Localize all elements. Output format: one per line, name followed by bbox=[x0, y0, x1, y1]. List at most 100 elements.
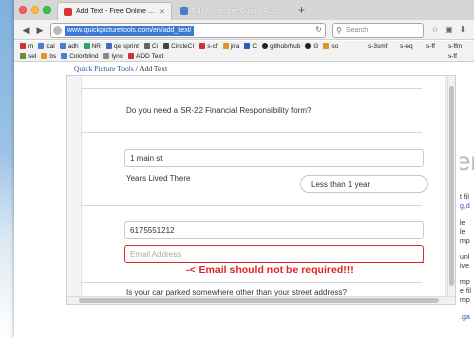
close-window-button[interactable] bbox=[19, 6, 27, 14]
partial-heading: er bbox=[460, 146, 474, 176]
circleci-icon bbox=[163, 43, 170, 49]
jira-icon bbox=[244, 43, 251, 49]
breadcrumb-home-link[interactable]: Quick Picture Tools bbox=[74, 64, 134, 73]
maximize-window-button[interactable] bbox=[43, 6, 51, 14]
pocket-icon[interactable]: ▣ bbox=[444, 25, 454, 35]
tab-edit-sqa[interactable]: Edit - Software Quality Assu... bbox=[174, 2, 294, 20]
gear-icon bbox=[222, 43, 229, 49]
divider bbox=[82, 88, 422, 89]
bookmark-item[interactable]: CircleCI bbox=[163, 43, 194, 50]
browser-window: Add Text - Free Online Tool to A... ✕ Ed… bbox=[14, 0, 474, 338]
email-field[interactable]: Email Address bbox=[124, 245, 424, 263]
bookmark-item[interactable]: bs bbox=[41, 53, 56, 60]
partial-text: mp bbox=[460, 279, 470, 286]
divider bbox=[82, 132, 422, 133]
bookmark-item[interactable]: qe sprint bbox=[105, 43, 139, 50]
street-address-field[interactable]: 1 main st bbox=[124, 149, 424, 167]
site-info-icon[interactable] bbox=[53, 26, 62, 35]
horizontal-scrollbar[interactable] bbox=[67, 296, 455, 304]
partial-link[interactable]: .ga bbox=[460, 314, 470, 321]
bookmark-item[interactable]: Colorblind bbox=[61, 53, 98, 60]
bookmark-item[interactable]: ADD Text bbox=[128, 53, 163, 60]
bookmark-item[interactable]: G bbox=[305, 43, 318, 50]
bookmark-item[interactable]: s-cf bbox=[199, 43, 218, 50]
site-favicon-icon bbox=[180, 7, 188, 15]
navigation-bar: ◀ ▶ www.quickpicturetools.com/en/add_tex… bbox=[14, 20, 474, 40]
github-icon bbox=[262, 43, 269, 49]
url-text[interactable]: www.quickpicturetools.com/en/add_text/ bbox=[65, 26, 194, 36]
bookmark-item[interactable]: s-3smf bbox=[368, 41, 388, 51]
right-sidebar-partial: er t fil g,d le le mp unl ive mp e fil m… bbox=[460, 74, 474, 338]
back-arrow-icon[interactable]: ◀ bbox=[20, 24, 32, 36]
bookmark-item[interactable]: github/hub bbox=[262, 43, 300, 50]
bookmark-item[interactable]: adh bbox=[59, 43, 79, 50]
github-icon bbox=[305, 43, 312, 49]
bookmark-item[interactable]: s-ff bbox=[426, 41, 435, 51]
search-icon: ⚲ bbox=[336, 26, 342, 35]
selenium-icon bbox=[20, 53, 26, 59]
partial-text: le bbox=[460, 229, 466, 236]
star-icon[interactable]: ☆ bbox=[430, 25, 440, 35]
bookmark-item[interactable]: s-ff bbox=[448, 51, 457, 61]
breadcrumb-current: Add Text bbox=[139, 64, 168, 73]
edited-image-preview: Do you need a SR-22 Financial Responsibi… bbox=[66, 75, 456, 305]
bookmark-item[interactable]: lynx bbox=[103, 53, 123, 60]
address-bar[interactable]: www.quickpicturetools.com/en/add_text/ ↻ bbox=[50, 23, 326, 38]
download-icon[interactable]: ⬇ bbox=[458, 25, 468, 35]
search-bar[interactable]: ⚲ Search bbox=[332, 23, 424, 38]
newrelic-icon bbox=[83, 43, 90, 49]
years-lived-select[interactable]: Less than 1 year bbox=[300, 175, 428, 193]
divider bbox=[82, 282, 422, 283]
annotation-underline bbox=[182, 262, 424, 263]
annotation-text: -< Email should not be required!!! bbox=[186, 264, 354, 276]
reload-icon[interactable]: ↻ bbox=[315, 25, 322, 34]
partial-text: mp bbox=[460, 297, 470, 304]
bookmark-icon bbox=[59, 43, 66, 49]
add-text-icon bbox=[128, 53, 135, 59]
partial-text: le bbox=[460, 220, 466, 227]
partial-text: ive bbox=[460, 263, 469, 270]
email-placeholder: Email Address bbox=[130, 250, 182, 259]
bookmark-item[interactable]: jira bbox=[222, 43, 239, 50]
forward-arrow-icon[interactable]: ▶ bbox=[34, 24, 46, 36]
tab-strip: Add Text - Free Online Tool to A... ✕ Ed… bbox=[14, 0, 474, 20]
bookmark-item[interactable]: cal bbox=[38, 43, 55, 50]
bookmarks-bar: m cal adh NR qe sprint Ci CircleCI s-cf … bbox=[14, 41, 474, 51]
vertical-scrollbar[interactable] bbox=[447, 76, 455, 298]
tab-add-text[interactable]: Add Text - Free Online Tool to A... ✕ bbox=[57, 2, 172, 20]
breadcrumb-separator: / bbox=[135, 64, 138, 73]
bookmark-icon bbox=[103, 53, 110, 59]
partial-link[interactable]: g,d bbox=[460, 203, 470, 210]
partial-text: e fil bbox=[460, 288, 471, 295]
bookmark-icon bbox=[143, 43, 150, 49]
vertical-scroll-thumb[interactable] bbox=[449, 86, 454, 286]
bookmark-icon bbox=[199, 43, 206, 49]
form-canvas: Do you need a SR-22 Financial Responsibi… bbox=[81, 76, 446, 298]
bookmark-item[interactable]: C bbox=[244, 43, 257, 50]
page-content: Quick Picture Tools / Add Text Do you ne… bbox=[14, 62, 474, 338]
partial-text: mp bbox=[460, 238, 470, 245]
horizontal-scroll-thumb[interactable] bbox=[79, 298, 439, 303]
tab-label: Add Text - Free Online Tool to A... bbox=[76, 8, 156, 15]
browserstack-icon bbox=[41, 53, 48, 59]
bookmark-item[interactable]: m bbox=[20, 43, 33, 50]
search-placeholder: Search bbox=[346, 27, 369, 34]
phone-field[interactable]: 6175551212 bbox=[124, 221, 424, 239]
tab-label: Edit - Software Quality Assu... bbox=[192, 7, 285, 15]
bookmark-item[interactable]: so bbox=[323, 43, 338, 50]
bookmark-item[interactable]: Ci bbox=[143, 43, 158, 50]
breadcrumb: Quick Picture Tools / Add Text bbox=[74, 64, 167, 73]
bookmark-item[interactable]: s-eq bbox=[400, 41, 413, 51]
colorblind-icon bbox=[61, 53, 68, 59]
close-tab-icon[interactable]: ✕ bbox=[159, 8, 165, 16]
bookmark-item[interactable]: s-ffm bbox=[448, 41, 462, 51]
minimize-window-button[interactable] bbox=[31, 6, 39, 14]
bookmark-item[interactable]: NR bbox=[83, 43, 101, 50]
new-tab-button[interactable]: + bbox=[298, 2, 305, 18]
years-lived-label: Years Lived There bbox=[126, 174, 191, 183]
sr22-question: Do you need a SR-22 Financial Responsibi… bbox=[126, 106, 312, 115]
gear-icon bbox=[105, 43, 112, 49]
divider bbox=[82, 205, 422, 206]
partial-text: t fil bbox=[460, 194, 469, 201]
bookmark-item[interactable]: sel bbox=[20, 53, 36, 60]
